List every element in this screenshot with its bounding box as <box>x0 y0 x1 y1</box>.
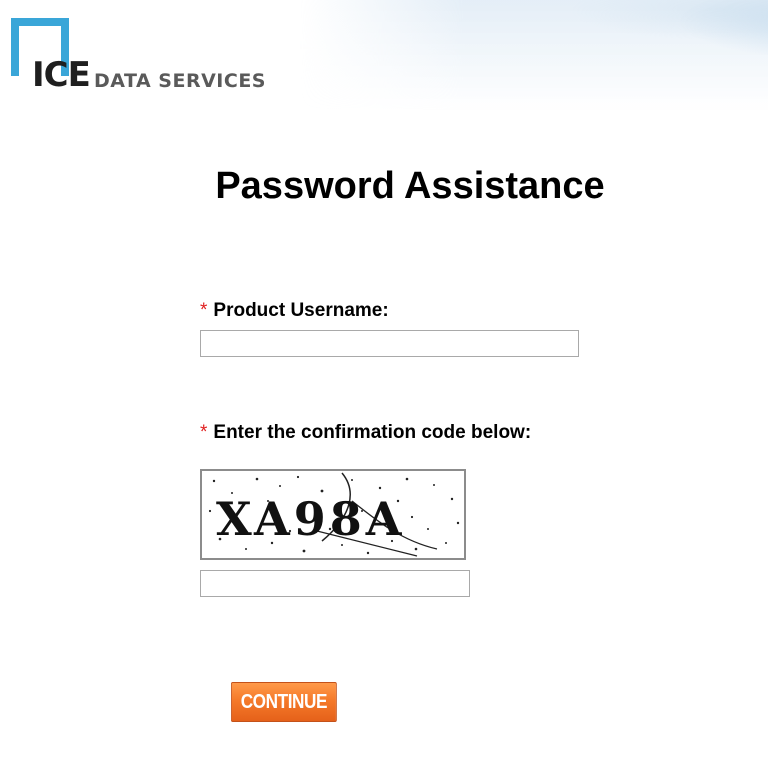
captcha-text: XA98A <box>216 492 405 546</box>
captcha-image: XA98A <box>200 469 466 560</box>
username-input[interactable] <box>200 330 579 357</box>
confirmation-code-label: * Enter the confirmation code below: <box>200 422 531 444</box>
page-title: Password Assistance <box>215 165 605 207</box>
logo-brand: ICE <box>32 55 91 95</box>
captcha-graphic: XA98A <box>208 472 460 557</box>
confirmation-code-input[interactable] <box>200 570 470 597</box>
username-label-text: Product Username: <box>213 300 389 321</box>
username-label: * Product Username: <box>200 300 389 322</box>
password-assistance-page: ICE DATA SERVICES Password Assistance * P… <box>0 0 768 768</box>
required-marker: * <box>200 300 208 321</box>
continue-button[interactable]: CONTINUE <box>231 682 337 722</box>
ice-data-services-logo: ICE DATA SERVICES <box>11 18 291 98</box>
confirmation-code-label-text: Enter the confirmation code below: <box>213 422 532 443</box>
required-marker: * <box>200 422 208 443</box>
header-background <box>300 0 768 110</box>
logo-text: DATA SERVICES <box>94 70 266 92</box>
